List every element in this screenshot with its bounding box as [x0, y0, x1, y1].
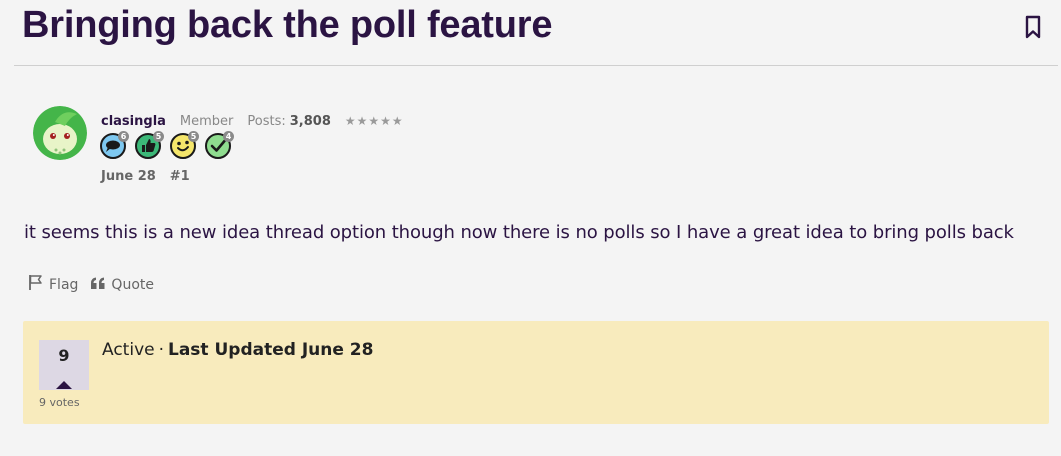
post-date[interactable]: June 28 [101, 169, 156, 184]
flag-icon [27, 274, 44, 295]
posts-label: Posts: [247, 113, 286, 129]
author-username[interactable]: clasingla [101, 114, 166, 129]
author-role: Member [179, 113, 234, 129]
vote-count: 9 [58, 346, 70, 365]
avatar[interactable] [33, 106, 87, 160]
up-arrow-icon [56, 374, 72, 393]
upvote-button[interactable]: 9 [39, 340, 89, 390]
idea-status-panel: 9 9 votes Active · Last Updated June 28 [23, 321, 1049, 424]
discussion-title: Bringing back the poll feature [22, 4, 553, 46]
post-meta: June 28 #1 [101, 169, 190, 184]
votes-label: 9 votes [39, 396, 80, 409]
status-separator: · [158, 340, 164, 360]
flag-button[interactable]: Flag [27, 274, 78, 295]
quote-button[interactable]: Quote [90, 274, 154, 295]
post-permalink[interactable]: #1 [170, 169, 190, 184]
badge-list: 6 5 5 4 [100, 131, 234, 159]
last-updated: Last Updated June 28 [168, 340, 374, 360]
post-body: it seems this is a new idea thread optio… [24, 222, 1014, 243]
rank-stars-icon: ★★★★★ [344, 114, 404, 128]
badge-count: 5 [153, 131, 164, 142]
badge-count: 6 [118, 131, 129, 142]
author-meta: clasingla Member Posts: 3,808 ★★★★★ [101, 112, 404, 130]
idea-status: Active [102, 340, 155, 360]
title-divider [14, 65, 1058, 66]
quote-icon [90, 276, 106, 294]
bookmark-icon[interactable] [1022, 14, 1044, 40]
comment-badge-icon[interactable]: 6 [100, 131, 129, 159]
posts-count: 3,808 [289, 113, 331, 129]
smiley-badge-icon[interactable]: 5 [170, 131, 199, 159]
badge-count: 4 [223, 131, 234, 142]
quote-label: Quote [111, 276, 154, 293]
thumbs-up-badge-icon[interactable]: 5 [135, 131, 164, 159]
checkmark-badge-icon[interactable]: 4 [205, 131, 234, 159]
badge-count: 5 [188, 131, 199, 142]
flag-label: Flag [49, 276, 79, 293]
post-actions: Flag Quote [27, 274, 154, 295]
idea-status-line: Active · Last Updated June 28 [102, 340, 373, 360]
